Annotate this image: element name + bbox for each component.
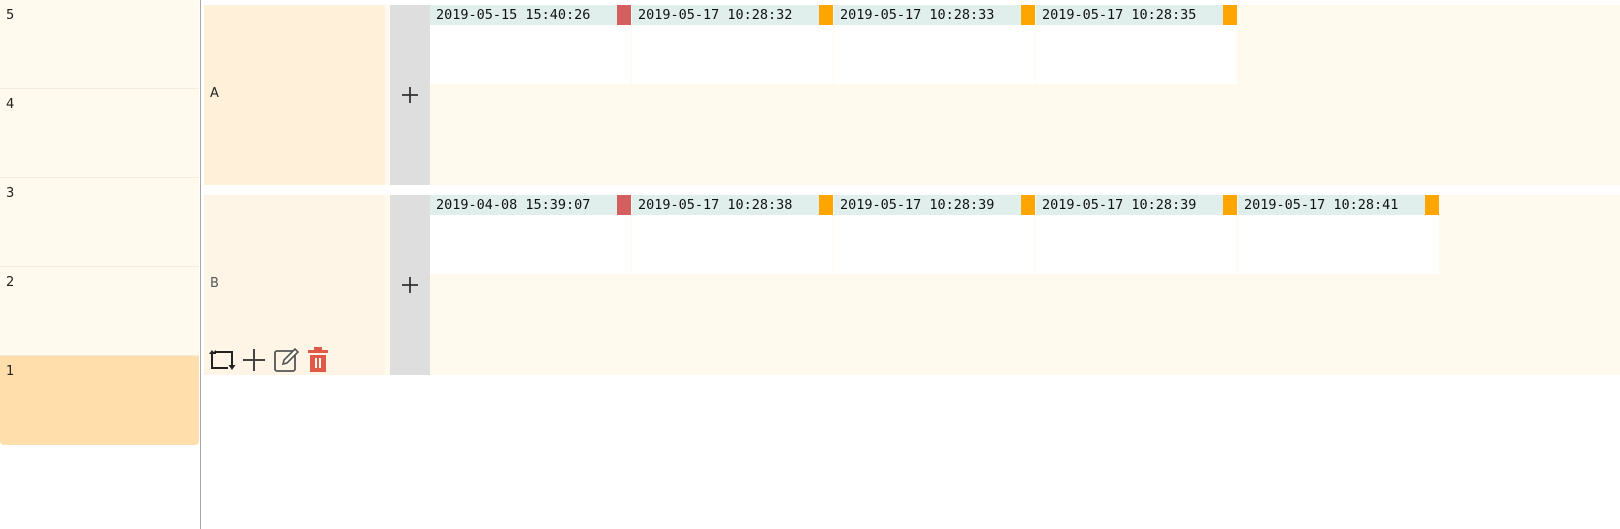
swap-button[interactable] <box>207 345 237 375</box>
edit-button[interactable] <box>271 345 301 375</box>
status-flag <box>1021 195 1035 215</box>
edit-icon <box>274 347 300 372</box>
level-number: 1 <box>6 364 15 379</box>
card-timestamp: 2019-05-15 15:40:26 <box>430 5 617 25</box>
add-button[interactable] <box>239 345 269 375</box>
delete-button[interactable] <box>303 345 333 375</box>
status-flag <box>1223 195 1237 215</box>
card-timestamp: 2019-05-17 10:28:35 <box>1036 5 1223 25</box>
swap-icon <box>209 350 236 370</box>
card-timestamp: 2019-05-17 10:28:32 <box>632 5 819 25</box>
level-item-2[interactable]: 2 <box>0 267 199 356</box>
group-label: B <box>210 276 219 291</box>
card[interactable]: 2019-05-17 10:28:39 <box>1036 195 1237 274</box>
card-timestamp: 2019-05-17 10:28:33 <box>834 5 1021 25</box>
card[interactable]: 2019-05-17 10:28:38 <box>632 195 833 274</box>
card-timestamp: 2019-05-17 10:28:39 <box>834 195 1021 215</box>
level-number: 4 <box>6 97 15 112</box>
level-number: 3 <box>6 186 15 201</box>
card-timestamp: 2019-04-08 15:39:07 <box>430 195 617 215</box>
level-sidebar: 5 4 3 2 1 <box>0 0 201 529</box>
status-flag <box>819 195 833 215</box>
trash-icon <box>308 347 328 372</box>
group-label: A <box>210 86 219 101</box>
level-item-5[interactable]: 5 <box>0 0 199 89</box>
card[interactable]: 2019-05-17 10:28:32 <box>632 5 833 84</box>
group-label-panel[interactable]: A <box>204 5 385 185</box>
status-flag <box>1425 195 1439 215</box>
add-card-button[interactable] <box>390 5 430 185</box>
level-number: 5 <box>6 8 15 23</box>
add-card-button[interactable] <box>390 195 430 375</box>
plus-icon <box>402 277 418 293</box>
card[interactable]: 2019-04-08 15:39:07 <box>430 195 631 274</box>
card[interactable]: 2019-05-17 10:28:35 <box>1036 5 1237 84</box>
card-timestamp: 2019-05-17 10:28:38 <box>632 195 819 215</box>
card[interactable]: 2019-05-17 10:28:39 <box>834 195 1035 274</box>
plus-icon <box>402 87 418 103</box>
card-timestamp: 2019-05-17 10:28:41 <box>1238 195 1425 215</box>
card-timestamp: 2019-05-17 10:28:39 <box>1036 195 1223 215</box>
group-a: A 2019-05-15 15:40:26 2019-05-17 10:28:3… <box>204 5 1620 185</box>
status-flag <box>819 5 833 25</box>
status-flag <box>617 195 631 215</box>
card[interactable]: 2019-05-17 10:28:33 <box>834 5 1035 84</box>
add-icon <box>243 349 265 371</box>
card[interactable]: 2019-05-15 15:40:26 <box>430 5 631 84</box>
status-flag <box>1021 5 1035 25</box>
level-item-3[interactable]: 3 <box>0 178 199 267</box>
status-flag <box>1223 5 1237 25</box>
level-item-1[interactable]: 1 <box>0 356 199 445</box>
level-number: 2 <box>6 275 15 290</box>
group-b: B 2019-04-08 15:39:07 2019-05-17 10:28:3… <box>204 195 1620 375</box>
level-item-4[interactable]: 4 <box>0 89 199 178</box>
card[interactable]: 2019-05-17 10:28:41 <box>1238 195 1439 274</box>
status-flag <box>617 5 631 25</box>
